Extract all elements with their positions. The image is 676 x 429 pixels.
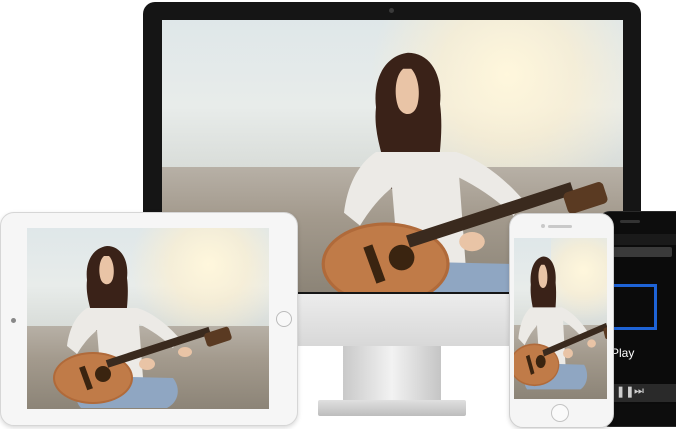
- black-phone-speaker: [620, 220, 640, 223]
- apple-logo-icon: [381, 309, 403, 333]
- pause-icon[interactable]: ❚❚: [616, 385, 634, 398]
- ipad-camera: [11, 318, 16, 323]
- next-icon[interactable]: ⏭: [634, 385, 644, 398]
- ipad-screen-photo: [27, 228, 269, 409]
- black-phone-player-controls: ❚❚ ⏭: [608, 384, 676, 402]
- imac-stand-neck: [343, 346, 441, 402]
- black-phone-address-bar[interactable]: [612, 247, 672, 257]
- black-phone-status-bar: [608, 234, 676, 245]
- imac-stand-foot: [318, 400, 466, 416]
- iphone-home-button-icon[interactable]: [551, 404, 569, 422]
- screen-mirror-frame-icon: [608, 284, 657, 330]
- iphone-screen-photo: [514, 238, 607, 399]
- airplay-label: Play: [611, 346, 635, 360]
- imac-camera: [389, 8, 394, 13]
- iphone-speaker: [548, 225, 572, 228]
- guitarist-photo: [514, 256, 607, 390]
- guitarist-photo: [53, 246, 233, 408]
- ipad-home-button-icon[interactable]: [276, 311, 292, 327]
- iphone-camera: [541, 224, 545, 228]
